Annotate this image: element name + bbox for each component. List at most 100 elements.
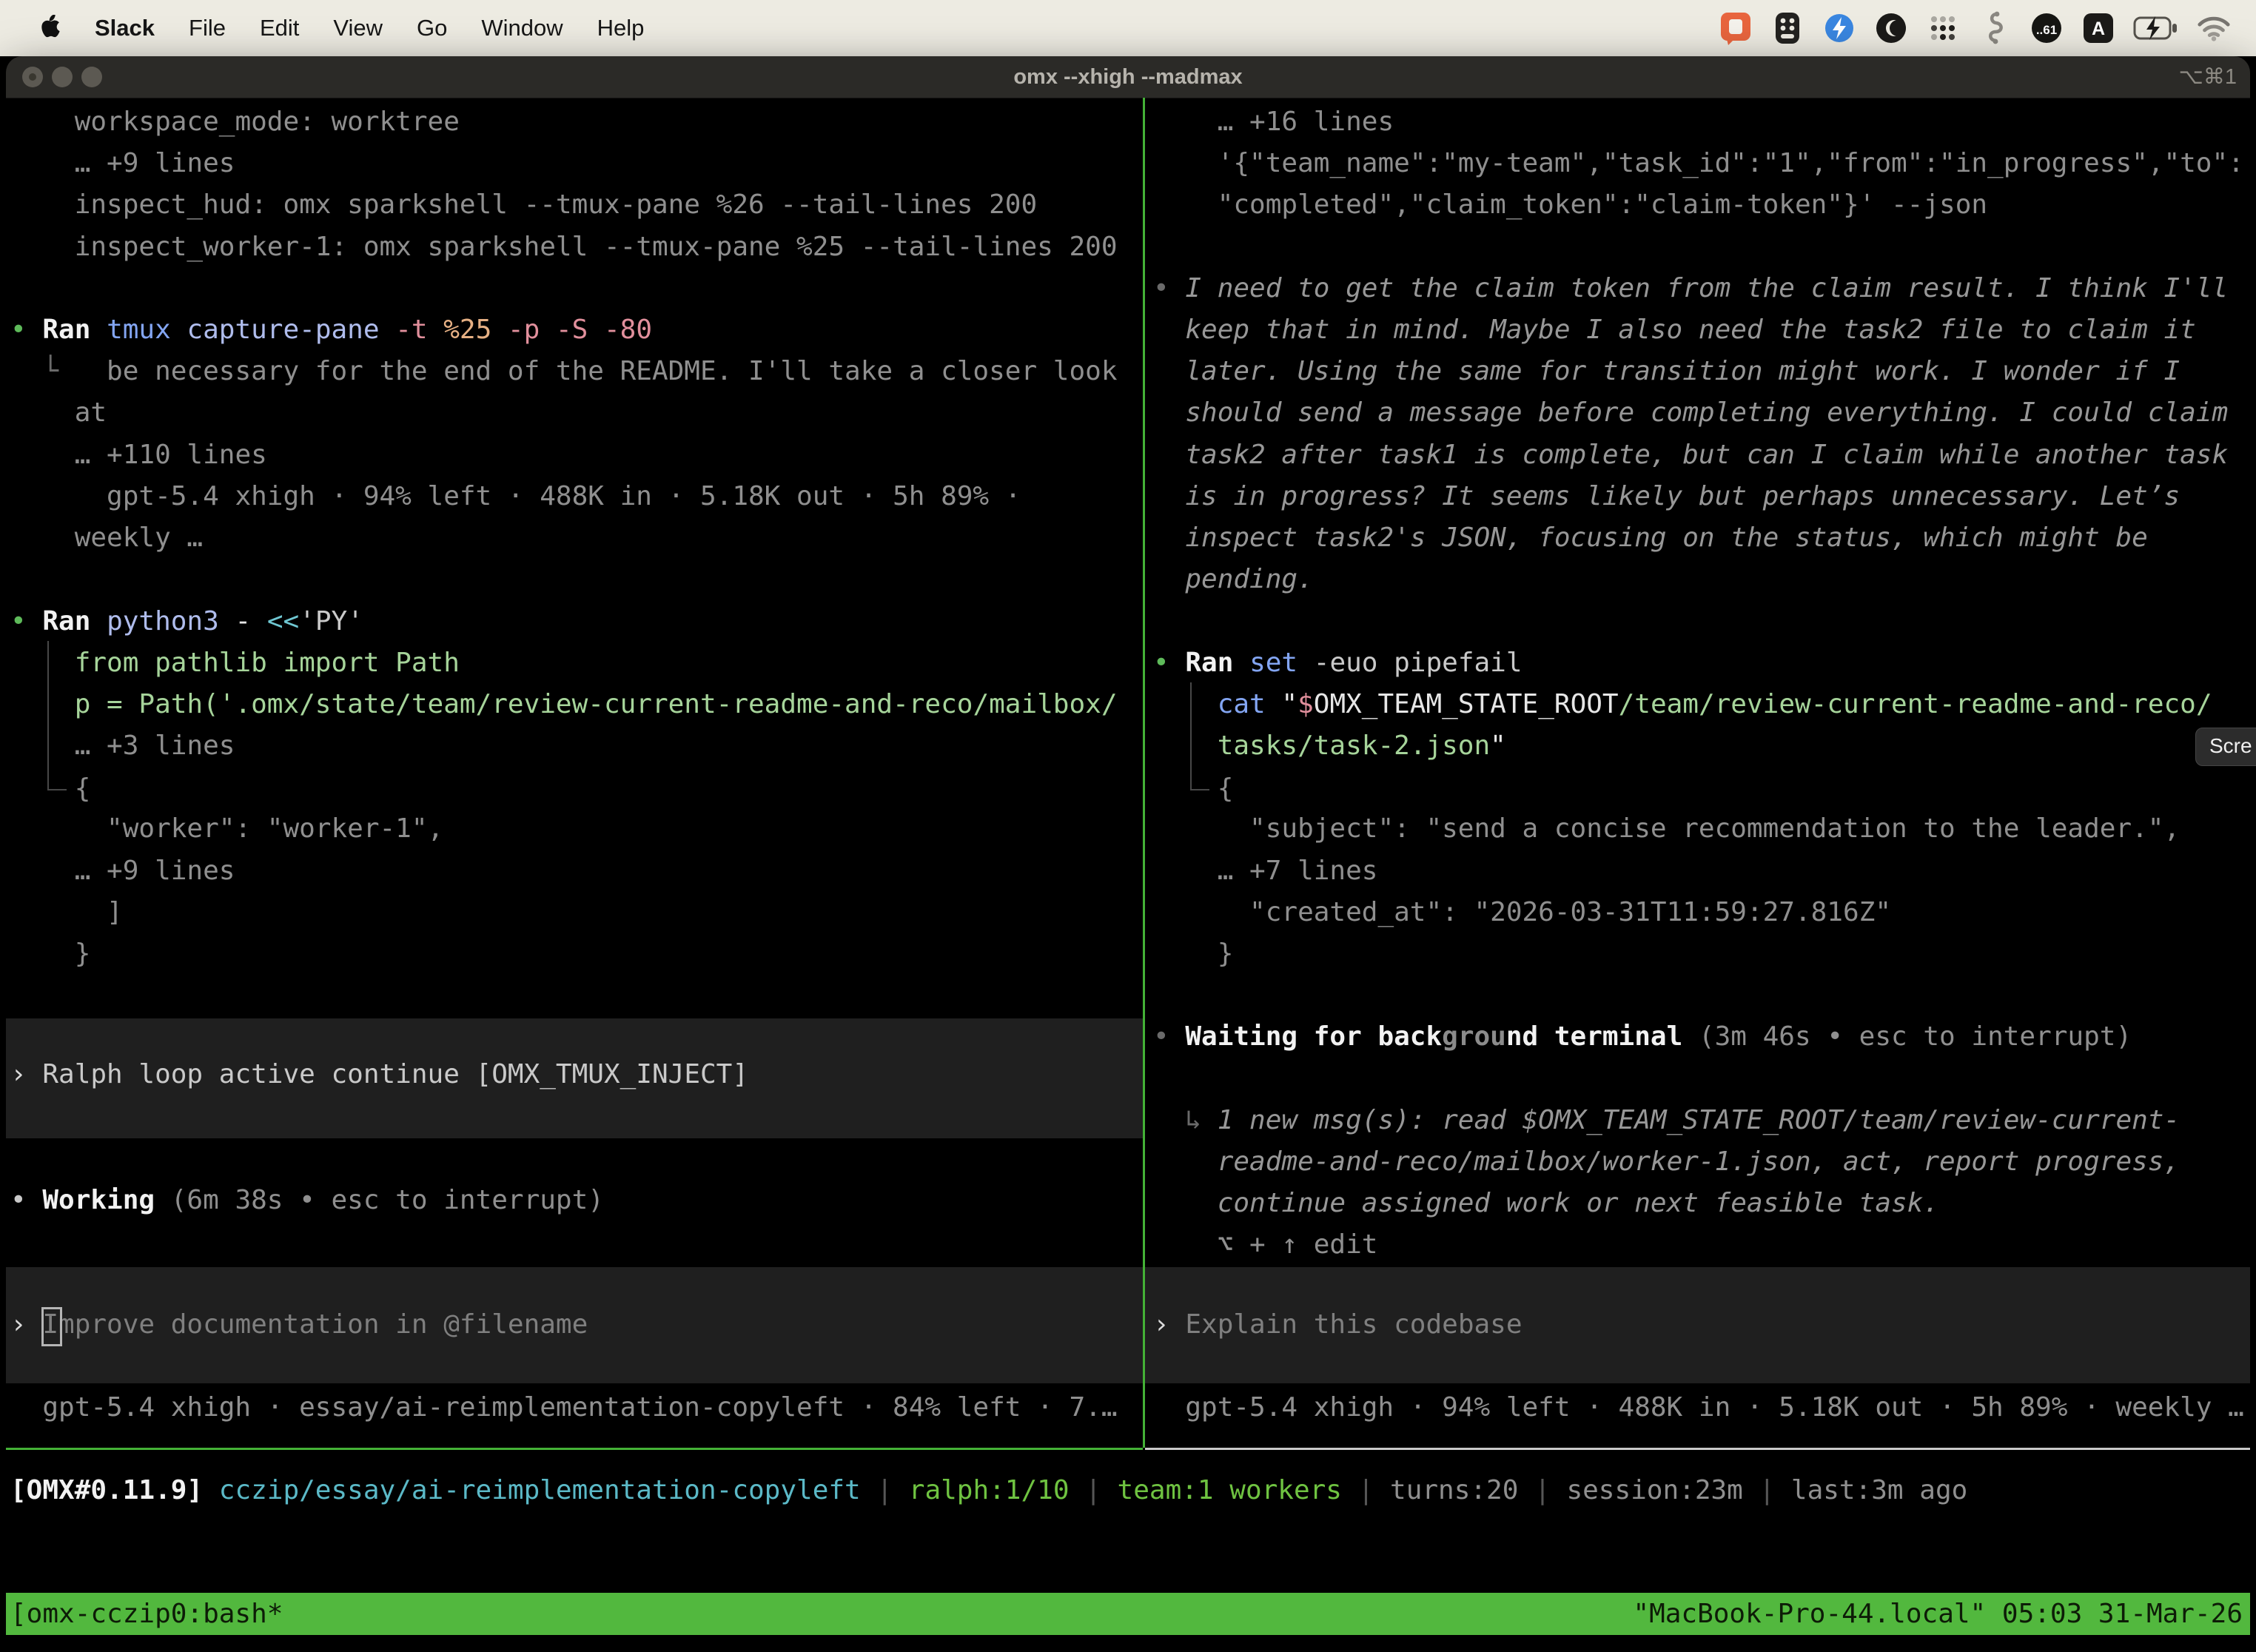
text-segment: (3m 46s • esc to interrupt) [1699,1021,2132,1052]
terminal-line: workspace_mode: worktree [75,101,460,143]
text-segment: be necessary for the end of the README. … [107,356,1117,386]
text-segment: "completed","claim_token":"claim-token"}… [1218,189,1987,220]
text-segment: pending. [1185,564,1313,594]
text-segment: ↳ [1185,1105,1217,1135]
prompt-placeholder-right: › Explain this codebase [1153,1304,1523,1346]
text-segment: • [10,606,42,637]
text-segment: '{"team_name":"my-team","task_id":"1","f… [1218,148,2244,178]
text-segment: Working [42,1185,170,1215]
text-segment: grou [1442,1021,1506,1052]
text-segment: › [10,1059,42,1089]
text-segment: gpt-5.4 xhigh · 94% left · 488K in · 5.1… [1185,1392,2243,1423]
text-segment: $ [1297,689,1314,719]
text-segment: • [1153,648,1185,678]
text-segment: } [1218,939,1234,969]
model-status-right: gpt-5.4 xhigh · 94% left · 488K in · 5.1… [1185,1387,2243,1428]
text-segment: | [1070,1475,1118,1505]
text-segment: { [75,773,91,804]
text-segment: 1 new msg(s): read $OMX_TEAM_STATE_ROOT/… [1218,1105,2180,1135]
text-segment: %25 [443,315,508,345]
terminal-line: inspect_worker-1: omx sparkshell --tmux-… [75,226,1118,268]
terminal-line: { [75,768,91,810]
text-segment: keep that in mind. Maybe I also need the… [1185,315,2195,345]
text-segment: • [10,1185,42,1215]
text-segment: … +110 lines [75,440,267,470]
omx-status-line: [OMX#0.11.9] cczip/essay/ai-reimplementa… [10,1470,1967,1511]
terminal-line: } [1218,933,1234,975]
text-segment: Ran [42,606,107,637]
terminal-line: • Ran tmux capture-pane -t %25 -p -S -80 [10,309,652,351]
terminal-line: task2 after task1 is complete, but can I… [1185,434,2228,476]
terminal-line: from pathlib import Path [75,642,460,684]
terminal-line: "worker": "worker-1", [107,808,443,850]
text-segment: Ran [1185,648,1249,678]
text-segment: • [1153,1021,1185,1052]
text-segment: " [1281,689,1297,719]
terminal-line: … +9 lines [75,143,235,184]
terminal-line: ] [107,892,123,933]
text-segment: | [1518,1475,1566,1505]
text-segment: session:23m [1566,1475,1742,1505]
text-segment: at [75,397,107,428]
text-segment: … +3 lines [75,731,235,761]
terminal-line: … +7 lines [1218,850,1378,892]
text-segment: Ralph loop active continue [OMX_TMUX_INJ… [42,1059,748,1089]
terminal-line: should send a message before completing … [1185,392,2228,434]
text-segment: "created_at": "2026-03-31T11:59:27.816Z" [1249,897,1891,927]
output-connector [47,789,67,790]
terminal-line: tasks/task-2.json" [1218,725,1506,767]
text-segment: [OMX#0.11.9] [10,1475,203,1505]
text-segment: { [1218,773,1234,804]
screen-tooltip-label: Scre [2209,734,2252,757]
text-segment: • [10,315,42,345]
text-segment: /team/review-current-readme-and-reco/ [1619,689,2212,719]
text-segment: " [1490,731,1506,761]
terminal-line: '{"team_name":"my-team","task_id":"1","f… [1218,143,2244,184]
output-connector [1190,682,1192,789]
tmux-horizontal-border[interactable] [1145,1448,2250,1450]
tmux-vertical-border[interactable] [1143,98,1145,1448]
text-segment: └ [42,356,107,386]
terminal-line: } [75,933,91,975]
text-segment: weekly … [75,523,203,553]
text-segment: cczip/essay/ai-reimplementation-copyleft [203,1475,861,1505]
text-segment: continue assigned work or next feasible … [1218,1188,1939,1218]
text-segment: nd terminal [1506,1021,1699,1052]
terminal-line: … +3 lines [75,725,235,767]
text-segment: -euo pipefail [1314,648,1523,678]
text-segment: << [267,606,299,637]
text-segment: python3 [107,606,235,637]
tmux-session-label[interactable]: [omx-cczip0:bash* [10,1593,283,1635]
text-segment: Waiting for back [1185,1021,1442,1052]
tmux-horizontal-border-active[interactable] [6,1448,1143,1450]
text-segment: Improve documentation in @filename [42,1309,588,1340]
text-segment: • [1153,273,1185,303]
text-segment: inspect_worker-1: omx sparkshell --tmux-… [75,232,1118,262]
terminal-line: ↳ 1 new msg(s): read $OMX_TEAM_STATE_ROO… [1185,1100,2180,1141]
text-segment: … +16 lines [1218,107,1394,137]
output-connector [47,641,49,789]
text-segment: gpt-5.4 xhigh · essay/ai-reimplementatio… [42,1392,1117,1423]
ralph-notice-text: › Ralph loop active continue [OMX_TMUX_I… [10,1054,748,1095]
terminal-line: … +110 lines [75,434,267,476]
text-segment: last:3m ago [1791,1475,1967,1505]
terminal-line: inspect_hud: omx sparkshell --tmux-pane … [75,184,1037,226]
screen-tooltip: Scre [2195,728,2256,766]
text-segment: 'PY' [299,606,363,637]
output-connector [1190,789,1209,790]
terminal-line: • Ran set -euo pipefail [1153,642,1523,684]
text-segment: ⌥ + ↑ edit [1218,1229,1378,1260]
terminal-line: "completed","claim_token":"claim-token"}… [1218,184,1987,226]
text-segment: OMX_TEAM_STATE_ROOT [1314,689,1619,719]
text-cursor [41,1307,62,1346]
text-segment: Ran [42,315,107,345]
text-segment: "subject": "send a concise recommendatio… [1249,813,2180,844]
text-segment: I need to get the claim token from the c… [1185,273,2228,303]
terminal-line: keep that in mind. Maybe I also need the… [1185,309,2195,351]
terminal-line: "subject": "send a concise recommendatio… [1249,808,2180,850]
terminal-line: later. Using the same for transition mig… [1185,351,2180,392]
text-segment: } [75,939,91,969]
terminal-line: "created_at": "2026-03-31T11:59:27.816Z" [1249,892,1891,933]
model-status-left: gpt-5.4 xhigh · essay/ai-reimplementatio… [42,1387,1117,1428]
terminal-content: workspace_mode: worktree… +9 linesinspec… [0,0,2256,1652]
